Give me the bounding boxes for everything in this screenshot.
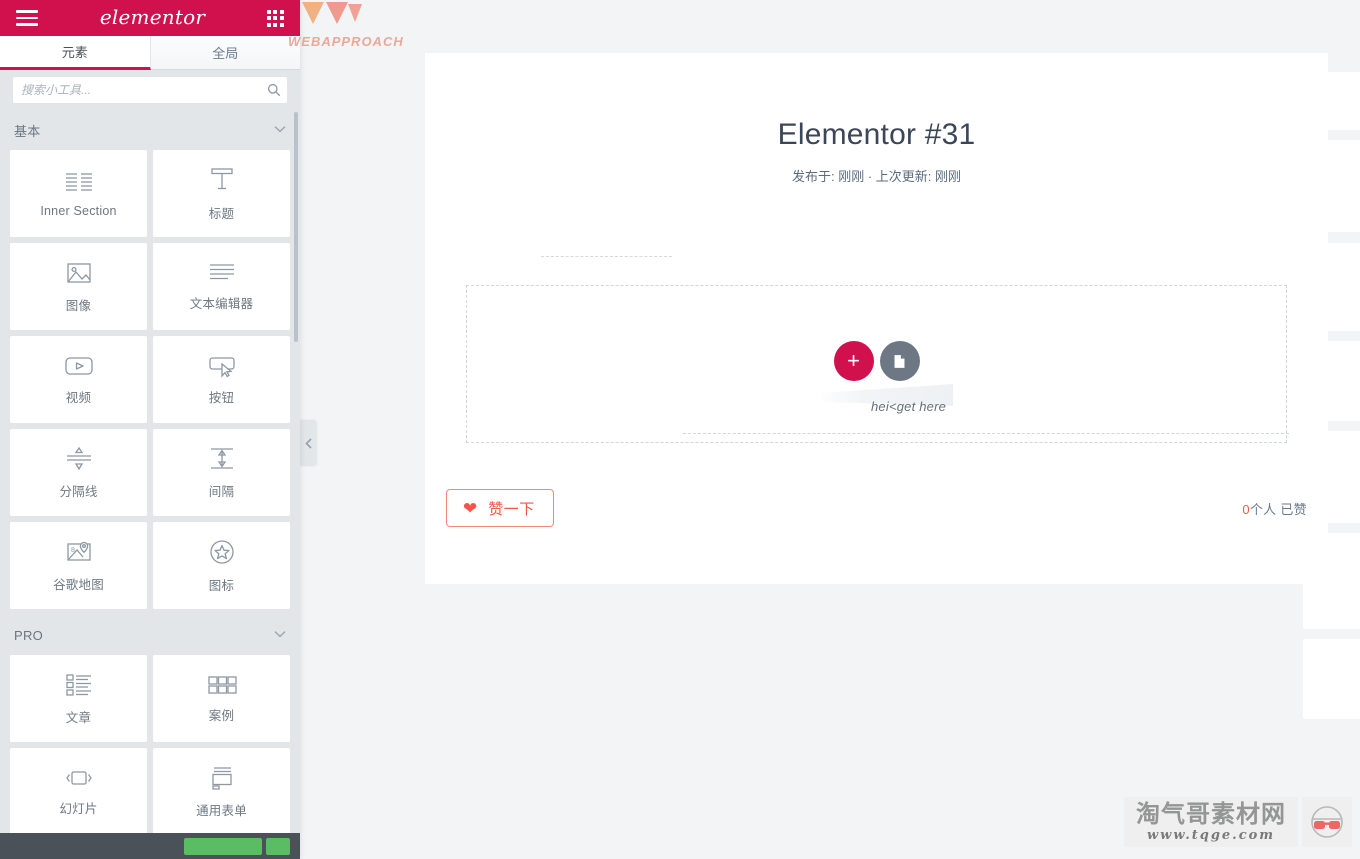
- widget-scroll-area[interactable]: 基本 Inner Section 标题 图像 文本编辑器 视频 按钮 分隔线 间…: [0, 110, 300, 859]
- chevron-left-icon: [304, 437, 312, 449]
- post-meta: 发布于: 刚刚 · 上次更新: 刚刚: [791, 169, 961, 184]
- dropzone-inner-guide: [683, 376, 1289, 434]
- search-input[interactable]: [13, 77, 261, 103]
- like-button-label: 赞一下: [488, 500, 535, 518]
- hamburger-icon[interactable]: [16, 10, 38, 26]
- image-icon: [66, 262, 91, 283]
- widget-label: 通用表单: [196, 803, 247, 818]
- page-preview: Elementor #31 发布于: 刚刚 · 上次更新: 刚刚 + hei<g…: [425, 53, 1328, 584]
- widget-label: 图标: [208, 578, 235, 593]
- panel-search: [0, 70, 300, 110]
- like-bar: ❤ 赞一下 0个人 已赞: [425, 483, 1328, 533]
- page-title: Elementor #31: [777, 118, 976, 151]
- widget-posts[interactable]: 文章: [10, 655, 147, 742]
- text-lines-icon: [209, 263, 234, 279]
- widget-label: 文本编辑器: [189, 296, 254, 311]
- form-icon: [211, 766, 232, 790]
- widget-text-editor[interactable]: 文本编辑器: [153, 243, 290, 330]
- like-button[interactable]: ❤ 赞一下: [446, 489, 554, 527]
- like-count-label: 个人 已赞: [1249, 501, 1307, 517]
- category-header-basic[interactable]: 基本: [0, 110, 300, 150]
- widget-label: Inner Section: [40, 204, 117, 218]
- widget-grid-basic: Inner Section 标题 图像 文本编辑器 视频 按钮 分隔线 间隔 8…: [0, 150, 300, 609]
- panel-footer-bar: [0, 833, 300, 859]
- divider-icon: [66, 446, 91, 470]
- publish-button[interactable]: [184, 837, 262, 855]
- category-title: PRO: [14, 627, 44, 643]
- widget-heading[interactable]: 标题: [153, 150, 290, 237]
- publish-options-button[interactable]: [266, 837, 290, 855]
- section-dropzone[interactable]: + hei<get here: [466, 285, 1289, 443]
- widget-slides[interactable]: 幻灯片: [10, 748, 147, 835]
- svg-text:8: 8: [71, 547, 75, 554]
- screen-root: Elementor #31 发布于: 刚刚 · 上次更新: 刚刚 + hei<g…: [0, 0, 1360, 859]
- tab-elements[interactable]: 元素: [0, 36, 151, 70]
- grid-apps-icon[interactable]: [266, 9, 284, 27]
- star-circle-icon: [209, 539, 234, 564]
- plus-icon: +: [847, 348, 860, 373]
- panel-collapse-handle[interactable]: [300, 420, 316, 466]
- add-new-section-button[interactable]: +: [833, 341, 874, 381]
- elementor-logo: elementor: [99, 5, 206, 29]
- elementor-panel: elementor 元素 全局 基本: [0, 0, 300, 859]
- widget-form[interactable]: 通用表单: [153, 748, 290, 835]
- folder-icon: [894, 354, 905, 368]
- widget-label: 按钮: [208, 390, 235, 405]
- widget-video[interactable]: 视频: [10, 336, 147, 423]
- dropzone-ghost-text: hei<get here: [871, 399, 947, 414]
- dropzone-extra-guide: [541, 256, 672, 257]
- tab-global[interactable]: 全局: [150, 36, 300, 70]
- widget-label: 标题: [208, 206, 235, 221]
- map-pin-icon: 8: [66, 541, 91, 561]
- panel-header: elementor: [0, 0, 300, 36]
- widget-image[interactable]: 图像: [10, 243, 147, 330]
- dropzone-actions: +: [467, 341, 1286, 381]
- video-play-icon: [64, 356, 93, 375]
- heart-icon: ❤: [463, 498, 478, 518]
- widget-label: 视频: [65, 390, 92, 405]
- slides-icon: [65, 770, 92, 785]
- widget-button[interactable]: 按钮: [153, 336, 290, 423]
- widget-google-maps[interactable]: 8 谷歌地图: [10, 522, 147, 609]
- widget-label: 谷歌地图: [53, 577, 104, 592]
- widget-label: 分隔线: [59, 484, 98, 499]
- heading-t-icon: [210, 167, 233, 189]
- widget-icon[interactable]: 图标: [153, 522, 290, 609]
- like-count-number: 0: [1242, 501, 1250, 517]
- portfolio-grid-icon: [207, 675, 237, 694]
- widget-label: 案例: [208, 708, 235, 723]
- category-title: 基本: [14, 123, 41, 139]
- background-card: [1303, 639, 1360, 719]
- search-icon: [261, 77, 287, 103]
- widget-label: 文章: [65, 710, 92, 725]
- spacer-icon: [210, 447, 233, 469]
- button-cursor-icon: [208, 356, 235, 378]
- posts-list-icon: [65, 673, 91, 696]
- panel-scrollbar[interactable]: [294, 112, 298, 342]
- widget-label: 幻灯片: [59, 801, 98, 816]
- chevron-down-icon: [274, 629, 286, 641]
- columns-icon: [65, 173, 92, 191]
- widget-inner-section[interactable]: Inner Section: [10, 150, 147, 237]
- add-template-button[interactable]: [879, 341, 920, 381]
- widget-divider[interactable]: 分隔线: [10, 429, 147, 516]
- widget-label: 间隔: [208, 484, 235, 499]
- widget-grid-pro: 文章 案例 幻灯片 通用表单: [0, 655, 300, 835]
- widget-label: 图像: [65, 298, 92, 313]
- chevron-down-icon: [274, 124, 286, 136]
- like-count: 0个人 已赞: [1242, 499, 1307, 518]
- panel-tabs: 元素 全局: [0, 36, 300, 70]
- widget-spacer[interactable]: 间隔: [153, 429, 290, 516]
- editor-canvas: Elementor #31 发布于: 刚刚 · 上次更新: 刚刚 + hei<g…: [300, 0, 1360, 859]
- widget-portfolio[interactable]: 案例: [153, 655, 290, 742]
- search-box[interactable]: [12, 76, 288, 104]
- category-header-pro[interactable]: PRO: [0, 615, 300, 655]
